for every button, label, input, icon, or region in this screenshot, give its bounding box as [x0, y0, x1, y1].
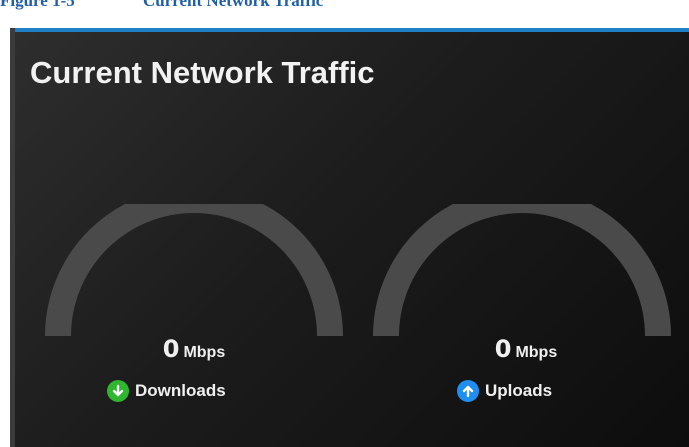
widget-title: Current Network Traffic [30, 55, 375, 90]
uploads-gauge [362, 204, 682, 344]
downloads-gauge-track [45, 204, 343, 337]
network-traffic-widget: Current Network Traffic 0 Mbps Downloads … [10, 28, 689, 447]
widget-accent-bar [10, 28, 689, 32]
downloads-unit: Mbps [183, 344, 226, 361]
arrow-down-circle-icon [107, 380, 129, 402]
widget-left-edge [10, 28, 15, 447]
arrow-up-circle-icon [457, 380, 479, 402]
uploads-label-row: Uploads [457, 380, 552, 402]
uploads-label: Uploads [485, 381, 553, 400]
uploads-unit: Mbps [515, 344, 558, 361]
figure-caption: Figure 1-5 Current Network Traffic [0, 0, 689, 10]
figure-title: Current Network Traffic [143, 0, 324, 10]
downloads-label-row: Downloads [107, 380, 226, 402]
uploads-value: 0 [494, 335, 512, 363]
downloads-rate: 0 Mbps [134, 335, 254, 363]
figure-number: Figure 1-5 [0, 0, 75, 10]
downloads-gauge [34, 204, 354, 344]
downloads-label: Downloads [135, 381, 226, 400]
uploads-gauge-track [373, 204, 671, 337]
downloads-value: 0 [162, 335, 180, 363]
uploads-rate: 0 Mbps [466, 335, 586, 363]
